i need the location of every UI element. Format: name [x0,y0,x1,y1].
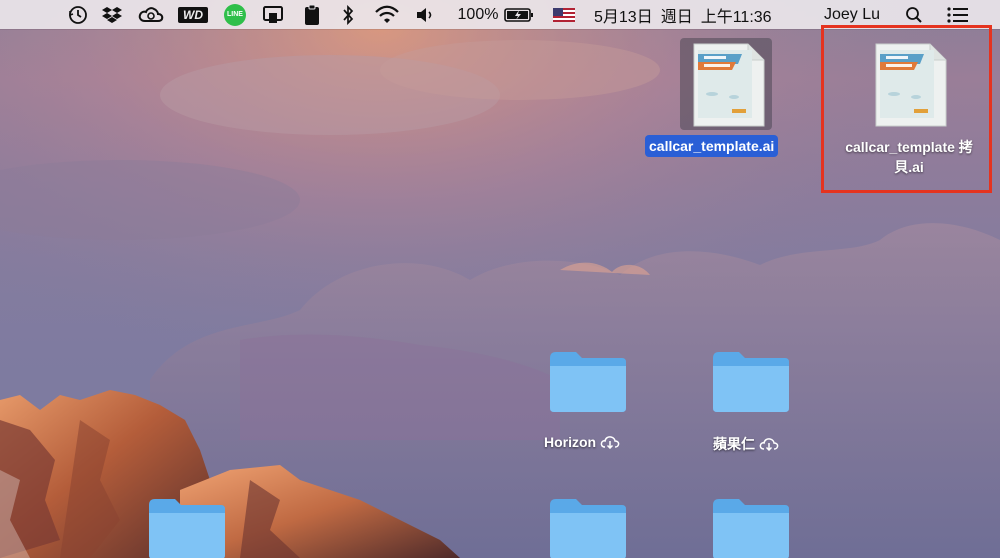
clock[interactable]: 5月13日 週日 上午11:36 [594,0,814,29]
folder-icon[interactable] [711,497,791,558]
clock-time: 上午11:36 [700,8,772,26]
folder-name: 蘋果仁 [713,436,755,452]
bluetooth-icon[interactable] [336,0,360,29]
file-name-label-copy[interactable]: callcar_template 拷 貝.ai [834,137,984,177]
folder-icon[interactable] [147,497,227,558]
ai-file-icon[interactable] [686,42,770,128]
desktop: WD LINE 100% 5月13日 週日 上午11:36 Joey Lu ca… [0,0,1000,558]
file-name-line2: 貝.ai [894,159,924,175]
folder-icon[interactable] [548,497,628,558]
folder-name: Horizon [544,434,597,450]
flag-icon[interactable] [551,0,577,29]
line-icon-label: LINE [224,3,246,26]
cloud-download-icon [759,438,779,451]
time-machine-icon[interactable] [64,0,92,29]
file-name-label[interactable]: callcar_template.ai [645,135,779,157]
clock-weekday: 週日 [660,8,693,26]
creative-cloud-icon[interactable] [136,0,166,29]
battery-percent[interactable]: 100% [453,0,503,29]
dropbox-icon[interactable] [98,0,126,29]
volume-icon[interactable] [413,0,437,29]
wifi-icon[interactable] [371,0,403,29]
airplay-icon[interactable] [259,0,287,29]
folder-icon[interactable] [711,350,791,414]
battery-icon[interactable] [503,0,535,29]
cloud-download-icon [600,436,620,449]
folder-label[interactable]: 蘋果仁 [713,434,779,454]
clock-date: 5月13日 [594,8,653,26]
folder-label[interactable]: Horizon [544,434,620,450]
ai-file-icon-copy[interactable] [868,42,952,128]
folder-icon[interactable] [548,350,628,414]
wd-icon[interactable]: WD [175,0,211,29]
clipboard-icon[interactable] [299,0,325,29]
line-icon[interactable]: LINE [221,0,249,29]
wd-icon-label: WD [178,6,208,23]
file-name-line1: callcar_template 拷 [845,139,973,155]
